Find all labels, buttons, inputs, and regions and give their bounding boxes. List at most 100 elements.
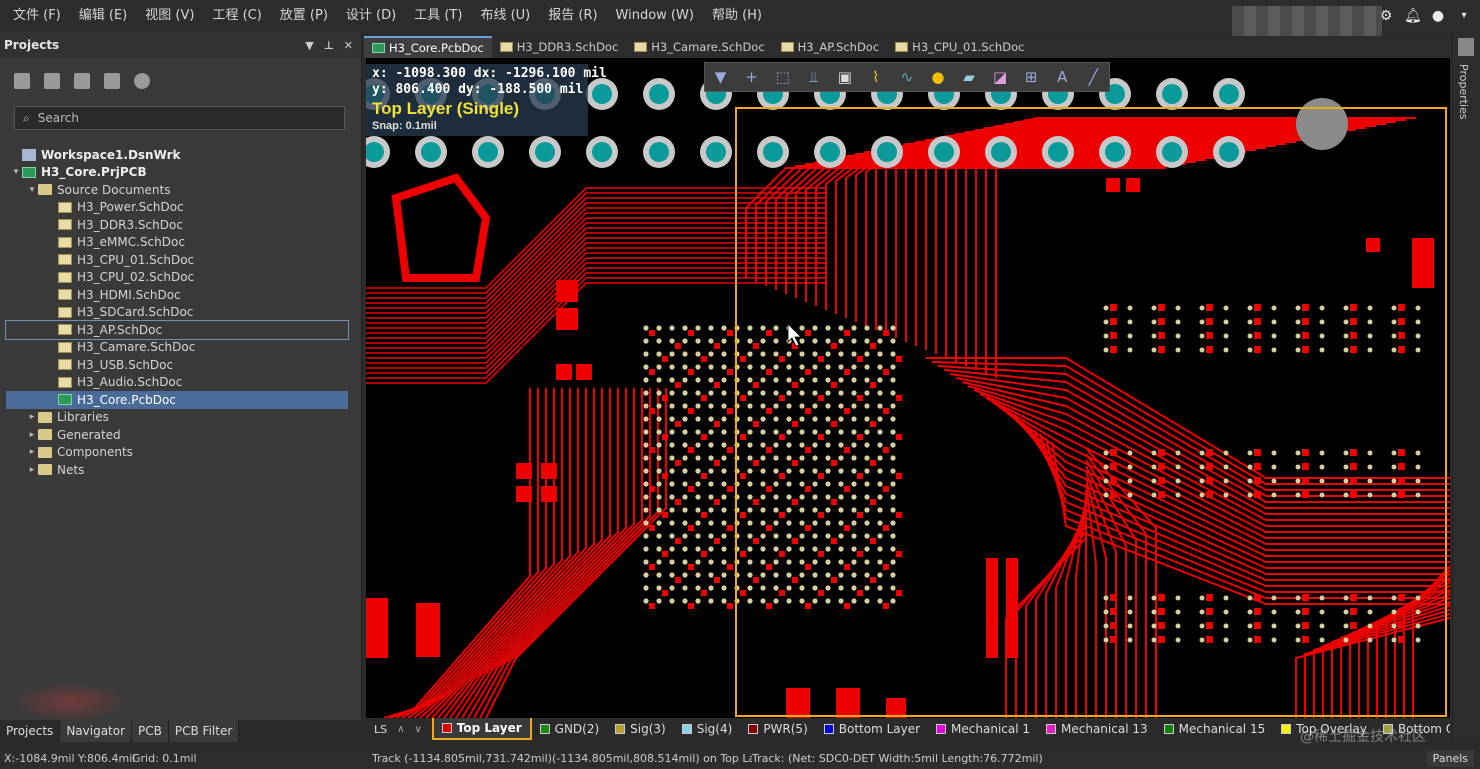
- bga-ball: [773, 533, 779, 539]
- document-tab[interactable]: H3_Camare.SchDoc: [626, 36, 772, 58]
- tree-caret-icon[interactable]: ▸: [26, 447, 38, 457]
- layer-tab[interactable]: GND(2): [532, 718, 608, 740]
- layer-tab[interactable]: Mechanical 15: [1156, 718, 1274, 740]
- close-icon[interactable]: ✕: [344, 39, 353, 52]
- tree-caret-icon[interactable]: ▸: [26, 430, 38, 440]
- menu-item[interactable]: 布线 (U): [471, 0, 539, 32]
- tree-item[interactable]: ▸ Nets: [6, 461, 348, 479]
- tree-caret-icon[interactable]: ▸: [26, 465, 38, 475]
- pad: [1110, 636, 1117, 643]
- gear-icon[interactable]: [134, 73, 150, 89]
- tree-caret-icon[interactable]: ▸: [26, 412, 38, 422]
- pad: [1110, 332, 1117, 339]
- line-icon[interactable]: ╱: [1082, 68, 1104, 86]
- polygon-icon[interactable]: ▰: [958, 68, 980, 86]
- save-icon[interactable]: [14, 73, 30, 89]
- menu-item[interactable]: 工具 (T): [405, 0, 471, 32]
- chevron-down-icon[interactable]: ▾: [1456, 8, 1472, 24]
- save-all-icon[interactable]: [44, 73, 60, 89]
- pin-icon[interactable]: ⊥: [324, 39, 334, 52]
- dimension-icon[interactable]: ⊞: [1020, 68, 1042, 86]
- menu-item[interactable]: 设计 (D): [337, 0, 405, 32]
- pcb-board[interactable]: [366, 58, 1450, 718]
- bga-ball: [708, 403, 714, 409]
- tree-item[interactable]: H3_CPU_02.SchDoc: [6, 269, 348, 287]
- tree-item[interactable]: H3_USB.SchDoc: [6, 356, 348, 374]
- bga-ball: [656, 468, 662, 474]
- menu-item[interactable]: 报告 (R): [539, 0, 606, 32]
- panel-tab[interactable]: Navigator: [60, 720, 133, 742]
- via: [1223, 637, 1229, 643]
- layer-tab[interactable]: PWR(5): [740, 718, 815, 740]
- bga-ball: [747, 403, 753, 409]
- tree-item[interactable]: H3_AP.SchDoc: [5, 320, 349, 340]
- layer-tab[interactable]: Mechanical 13: [1038, 718, 1156, 740]
- route-icon[interactable]: ⌇: [865, 68, 887, 86]
- layer-up-arrow-icon[interactable]: ∧: [397, 724, 404, 735]
- menu-item[interactable]: 帮助 (H): [703, 0, 771, 32]
- properties-icon[interactable]: [1458, 38, 1474, 56]
- folder-settings-icon[interactable]: [104, 73, 120, 89]
- menu-item[interactable]: 放置 (P): [271, 0, 337, 32]
- bga-ball: [773, 468, 779, 474]
- menu-item[interactable]: 文件 (F): [4, 0, 70, 32]
- notification-bell-icon[interactable]: 🔔︎: [1404, 8, 1422, 24]
- layer-tab[interactable]: Top Layer: [431, 718, 532, 740]
- pad: [1254, 318, 1261, 325]
- tree-item[interactable]: ▸ Generated: [6, 426, 348, 444]
- crosshair-icon[interactable]: +: [741, 68, 763, 86]
- component-icon[interactable]: ▣: [834, 68, 856, 86]
- via-icon[interactable]: ●: [927, 68, 949, 86]
- layer-tab[interactable]: Sig(4): [674, 718, 741, 740]
- filter-icon[interactable]: ▼: [710, 68, 732, 86]
- tree-item[interactable]: H3_eMMC.SchDoc: [6, 234, 348, 252]
- tree-item[interactable]: ▾ Source Documents: [6, 181, 348, 199]
- search-input[interactable]: ⌕ Search: [14, 106, 345, 130]
- pcb-canvas[interactable]: x: -1098.300 dx: -1296.100 mil y: 806.40…: [366, 58, 1450, 718]
- tree-item[interactable]: H3_HDMI.SchDoc: [6, 286, 348, 304]
- layer-tab[interactable]: Mechanical 1: [928, 718, 1038, 740]
- pad: [727, 525, 733, 531]
- document-tab[interactable]: H3_CPU_01.SchDoc: [887, 36, 1032, 58]
- menu-item[interactable]: 编辑 (E): [70, 0, 137, 32]
- tree-item[interactable]: H3_SDCard.SchDoc: [6, 304, 348, 322]
- align-icon[interactable]: ⫫: [803, 68, 825, 86]
- tree-item[interactable]: H3_DDR3.SchDoc: [6, 216, 348, 234]
- document-tab[interactable]: H3_AP.SchDoc: [773, 36, 888, 58]
- tree-item[interactable]: ▸ Components: [6, 444, 348, 462]
- layer-tab[interactable]: Sig(3): [607, 718, 674, 740]
- text-icon[interactable]: A: [1051, 68, 1073, 86]
- panel-menu-icon[interactable]: ▼: [305, 39, 313, 52]
- keepout-icon[interactable]: ◪: [989, 68, 1011, 86]
- tree-item[interactable]: Workspace1.DsnWrk: [6, 146, 348, 164]
- panel-tab[interactable]: Projects: [0, 720, 61, 742]
- select-rect-icon[interactable]: ⬚: [772, 68, 794, 86]
- tree-item[interactable]: H3_Core.PcbDoc: [6, 391, 348, 409]
- tree-item[interactable]: ▾ H3_Core.PrjPCB: [6, 164, 348, 182]
- document-tab[interactable]: H3_DDR3.SchDoc: [492, 36, 627, 58]
- tree-item[interactable]: H3_CPU_01.SchDoc: [6, 251, 348, 269]
- tree-item[interactable]: H3_Camare.SchDoc: [6, 339, 348, 357]
- interactive-diff-pair-icon[interactable]: ∿: [896, 68, 918, 86]
- open-folder-icon[interactable]: [74, 73, 90, 89]
- tree-item[interactable]: H3_Audio.SchDoc: [6, 374, 348, 392]
- bga-ball: [708, 520, 714, 526]
- panel-tab[interactable]: PCB: [132, 720, 169, 742]
- menu-item[interactable]: Window (W): [607, 0, 703, 32]
- menu-item[interactable]: 视图 (V): [136, 0, 203, 32]
- panels-button[interactable]: Panels: [1426, 751, 1474, 767]
- tree-item[interactable]: ▸ Libraries: [6, 409, 348, 427]
- tree-caret-icon[interactable]: ▾: [10, 167, 22, 177]
- layer-tab[interactable]: Bottom Layer: [816, 718, 928, 740]
- layer-down-arrow-icon[interactable]: ∨: [414, 724, 421, 735]
- panel-tab[interactable]: PCB Filter: [168, 720, 240, 742]
- tree-caret-icon[interactable]: ▾: [26, 185, 38, 195]
- via: [1271, 464, 1277, 470]
- document-tab[interactable]: H3_Core.PcbDoc: [364, 36, 492, 58]
- user-icon[interactable]: ●: [1430, 8, 1446, 24]
- tree-item[interactable]: H3_Power.SchDoc: [6, 199, 348, 217]
- menu-item[interactable]: 工程 (C): [203, 0, 270, 32]
- bga-ball: [890, 481, 896, 487]
- properties-tab[interactable]: Properties: [1457, 64, 1470, 120]
- layer-set-button[interactable]: LS: [374, 723, 387, 736]
